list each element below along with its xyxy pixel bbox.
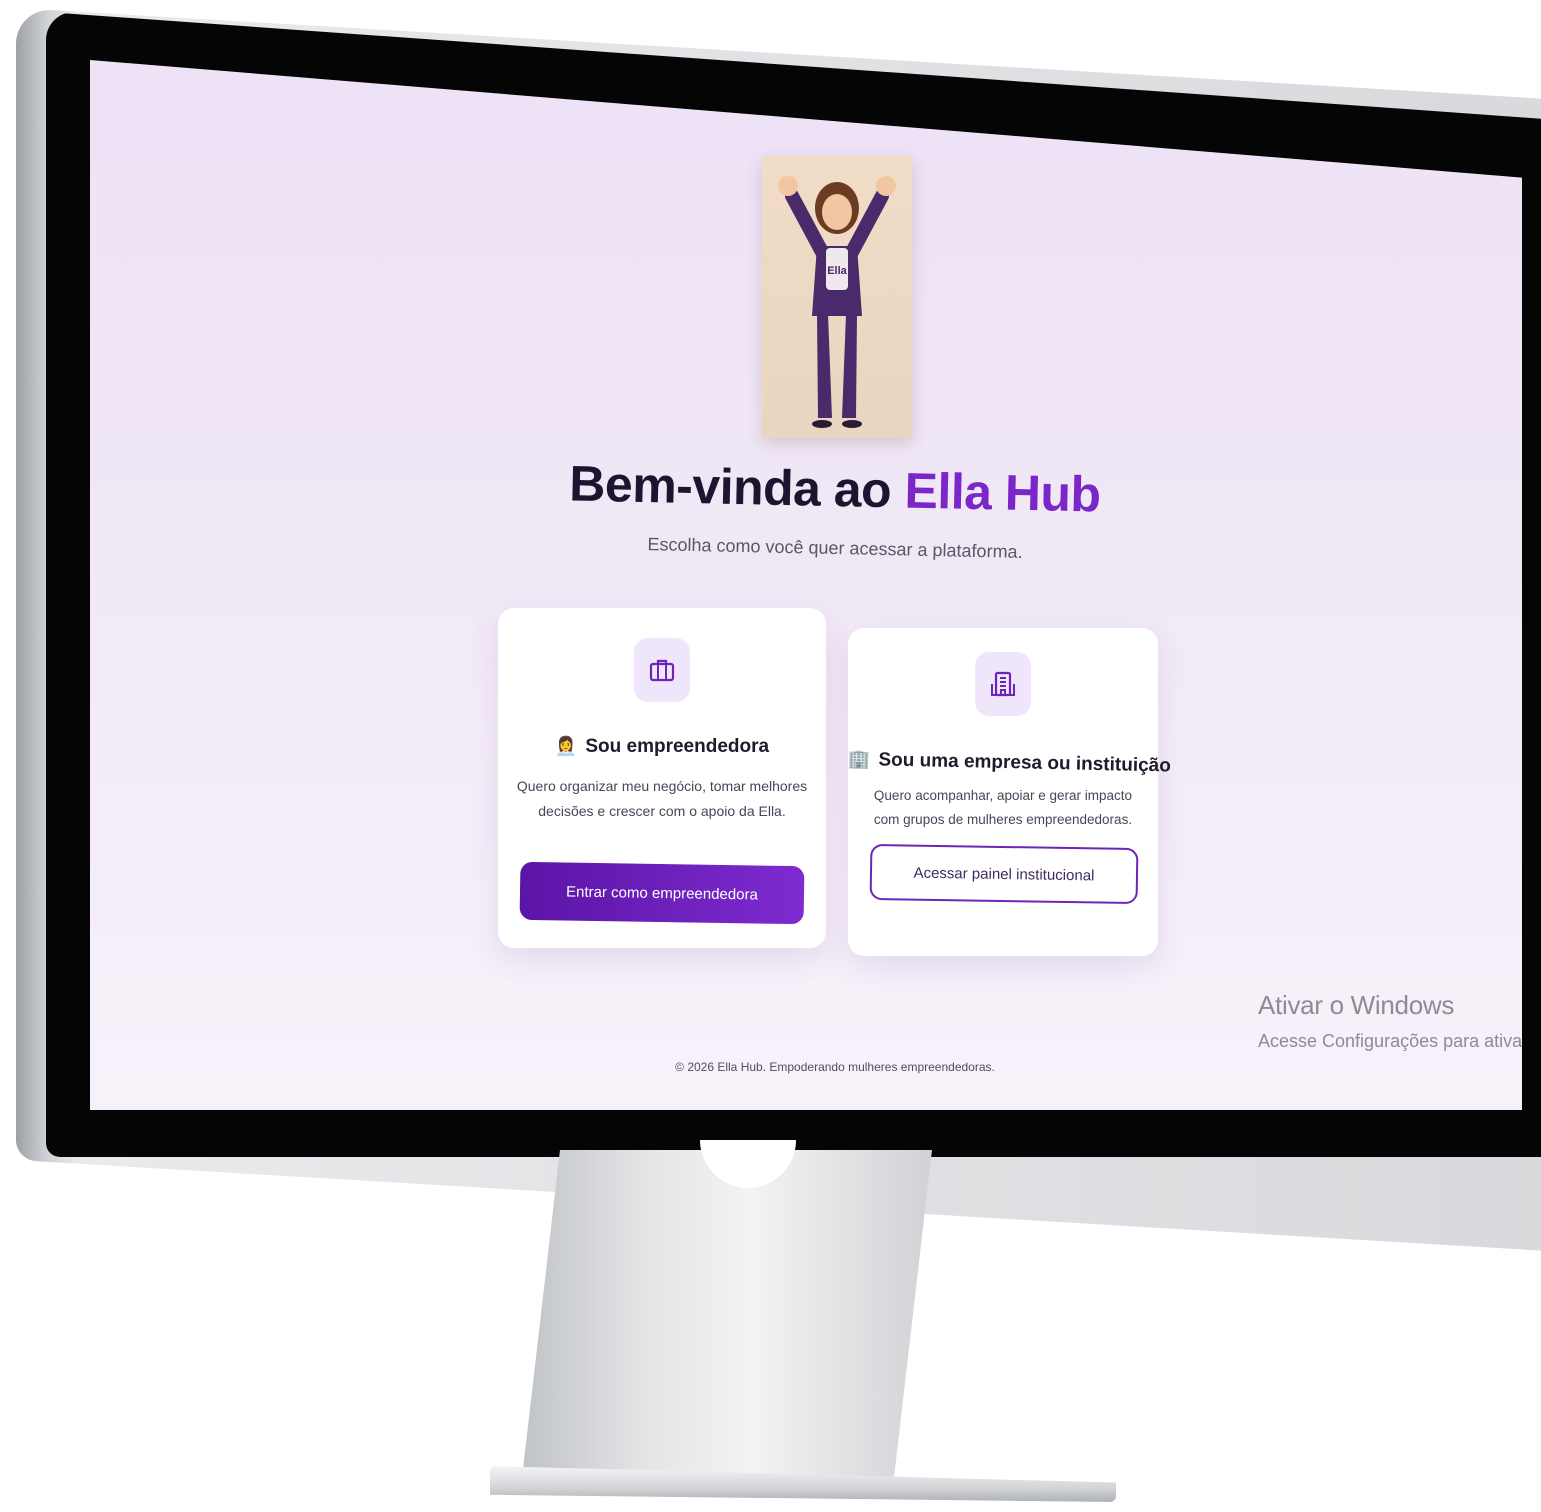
access-institutional-panel-button[interactable]: Acessar painel institucional <box>869 843 1139 905</box>
watermark-subtitle: Acesse Configurações para ativar <box>1258 1031 1522 1051</box>
institution-card-heading: 🏢 Sou uma empresa ou instituição <box>847 748 1171 777</box>
building-icon <box>975 652 1031 716</box>
entrepreneur-card-description: Quero organizar meu negócio, tomar melho… <box>516 778 808 819</box>
ella-mascot-image: Ella <box>762 156 912 438</box>
app-screen: Ella Bem-vinda ao Ella Hub Escolha como … <box>90 60 1522 1110</box>
woman-office-worker-icon: 👩‍💼 <box>554 736 578 756</box>
mockup-stage: Ella Bem-vinda ao Ella Hub Escolha como … <box>0 0 1541 1512</box>
page-title-prefix: Bem-vinda ao <box>568 455 892 519</box>
page-subtitle: Escolha como você quer acessar a platafo… <box>647 534 1023 562</box>
windows-activation-watermark: Ativar o Windows Acesse Configurações pa… <box>1258 990 1522 1052</box>
monitor-stand <box>520 1150 932 1495</box>
page-title: Bem-vinda ao Ella Hub <box>90 444 1522 533</box>
entrepreneur-card-heading: 👩‍💼 Sou empreendedora <box>498 736 826 758</box>
institution-card-description: Quero acompanhar, apoiar e gerar impacto… <box>873 788 1133 827</box>
entrepreneur-card: 👩‍💼 Sou empreendedora Quero organizar meu… <box>498 608 826 948</box>
institution-card-title: Sou uma empresa ou instituição <box>878 749 1172 777</box>
entrepreneur-card-title: Sou empreendedora <box>585 736 770 757</box>
enter-as-entrepreneur-button[interactable]: Entrar como empreendedora <box>519 861 805 925</box>
page-footer: © 2026 Ella Hub. Empoderando mulheres em… <box>675 1060 995 1074</box>
office-building-icon: 🏢 <box>847 748 871 770</box>
briefcase-icon <box>634 638 690 702</box>
institution-card: 🏢 Sou uma empresa ou instituição Quero ac… <box>847 628 1171 956</box>
mascot-badge-text: Ella <box>827 265 847 277</box>
watermark-title: Ativar o Windows <box>1258 990 1455 1020</box>
brand-name: Ella Hub <box>904 462 1102 523</box>
